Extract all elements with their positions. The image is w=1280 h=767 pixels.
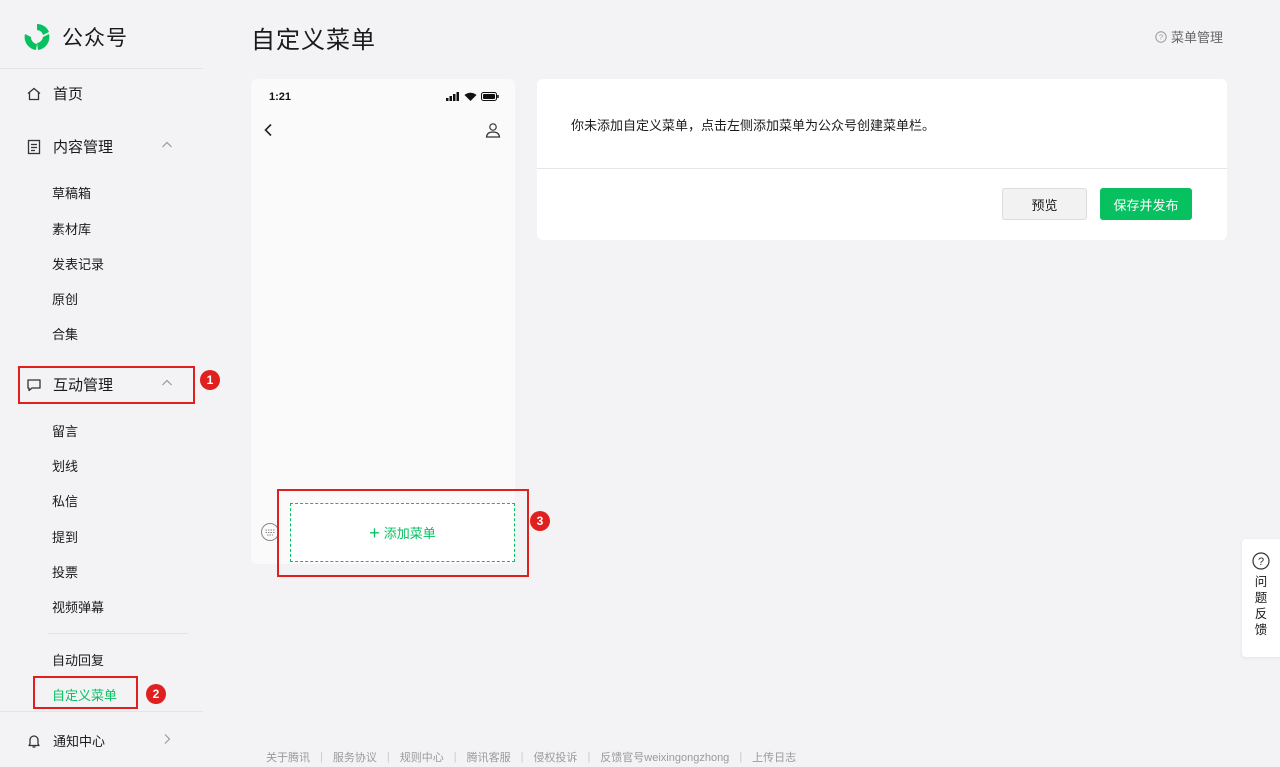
sidebar-item-video-danmaku[interactable]: 视频弹幕 bbox=[52, 597, 104, 616]
sidebar-item-original[interactable]: 原创 bbox=[52, 289, 78, 308]
footer: 关于腾讯 | 服务协议 | 规则中心 | 腾讯客服 | 侵权投诉 | 反馈官号w… bbox=[266, 749, 796, 765]
page-title: 自定义菜单 bbox=[251, 27, 376, 54]
wechat-official-logo-icon bbox=[24, 24, 50, 50]
footer-link-feedback-account[interactable]: 反馈官号weixingongzhong bbox=[600, 749, 729, 765]
sidebar-item-publish-records[interactable]: 发表记录 bbox=[52, 254, 104, 273]
empty-menu-message: 你未添加自定义菜单，点击左侧添加菜单为公众号创建菜单栏。 bbox=[571, 118, 936, 133]
phone-time: 1:21 bbox=[269, 91, 292, 103]
chevron-up-icon bbox=[162, 141, 172, 148]
footer-link-upload-log[interactable]: 上传日志 bbox=[752, 749, 796, 765]
footer-separator: | bbox=[520, 751, 524, 763]
home-icon bbox=[27, 87, 41, 100]
menu-management-link[interactable]: ? 菜单管理 bbox=[1155, 27, 1223, 46]
svg-text:?: ? bbox=[1258, 556, 1264, 568]
sidebar-item-collections[interactable]: 合集 bbox=[52, 324, 78, 343]
footer-separator: | bbox=[587, 751, 591, 763]
sidebar-divider bbox=[48, 633, 188, 634]
sidebar-item-label: 通知中心 bbox=[53, 734, 106, 749]
annotation-badge-1: 1 bbox=[200, 370, 220, 390]
bell-icon bbox=[28, 734, 40, 748]
sidebar-item-comments[interactable]: 留言 bbox=[52, 421, 78, 440]
menu-info-card: 你未添加自定义菜单，点击左侧添加菜单为公众号创建菜单栏。 预览 保存并发布 bbox=[537, 79, 1227, 240]
app-name: 公众号 bbox=[62, 27, 128, 50]
back-arrow-icon[interactable] bbox=[263, 123, 273, 137]
wifi-icon bbox=[464, 92, 477, 101]
footer-separator: | bbox=[453, 751, 457, 763]
sidebar-item-votes[interactable]: 投票 bbox=[52, 562, 78, 581]
annotation-box-custom-menu bbox=[33, 676, 138, 709]
preview-button[interactable]: 预览 bbox=[1002, 188, 1087, 220]
footer-separator: | bbox=[386, 751, 390, 763]
save-and-publish-button[interactable]: 保存并发布 bbox=[1100, 188, 1192, 220]
footer-link-support[interactable]: 腾讯客服 bbox=[467, 749, 511, 765]
signal-icon bbox=[446, 92, 459, 101]
sidebar-item-notifications[interactable]: 通知中心 bbox=[26, 731, 171, 750]
sidebar-item-auto-reply[interactable]: 自动回复 bbox=[52, 650, 104, 669]
feedback-tab[interactable]: ? 问题反馈 bbox=[1242, 539, 1280, 657]
phone-status-bar bbox=[446, 92, 499, 101]
sidebar-item-home[interactable]: 首页 bbox=[26, 83, 83, 104]
help-circle-icon: ? bbox=[1155, 30, 1167, 43]
sidebar-item-underlines[interactable]: 划线 bbox=[52, 456, 78, 475]
feedback-label: 问题反馈 bbox=[1254, 575, 1268, 637]
chevron-right-icon bbox=[164, 734, 171, 744]
menu-management-label: 菜单管理 bbox=[1171, 30, 1224, 45]
sidebar-item-label: 首页 bbox=[53, 86, 84, 103]
footer-link-rules[interactable]: 规则中心 bbox=[400, 749, 444, 765]
footer-link-infringement[interactable]: 侵权投诉 bbox=[533, 749, 577, 765]
annotation-box-add-menu bbox=[277, 489, 529, 577]
sidebar-item-materials[interactable]: 素材库 bbox=[52, 219, 91, 238]
sidebar-divider bbox=[0, 711, 203, 712]
footer-separator: | bbox=[739, 751, 743, 763]
user-profile-icon[interactable] bbox=[485, 122, 501, 138]
sidebar-item-mentions[interactable]: 提到 bbox=[52, 527, 78, 546]
sidebar-divider bbox=[0, 68, 203, 69]
help-circle-icon: ? bbox=[1252, 552, 1270, 570]
document-icon bbox=[27, 139, 41, 154]
annotation-badge-3: 3 bbox=[530, 511, 550, 531]
annotation-box-interaction-management bbox=[18, 366, 195, 404]
sidebar-item-messages[interactable]: 私信 bbox=[52, 491, 78, 510]
battery-icon bbox=[481, 92, 499, 101]
sidebar-item-label: 内容管理 bbox=[53, 139, 114, 156]
annotation-badge-2: 2 bbox=[146, 684, 166, 704]
logo[interactable]: 公众号 bbox=[22, 22, 128, 52]
sidebar-item-content-management[interactable]: 内容管理 bbox=[26, 136, 172, 157]
svg-text:?: ? bbox=[1159, 32, 1163, 41]
footer-separator: | bbox=[320, 751, 323, 763]
sidebar-item-drafts[interactable]: 草稿箱 bbox=[52, 183, 91, 202]
card-divider bbox=[537, 168, 1227, 169]
footer-link-about[interactable]: 关于腾讯 bbox=[266, 749, 310, 765]
footer-link-terms[interactable]: 服务协议 bbox=[333, 749, 377, 765]
